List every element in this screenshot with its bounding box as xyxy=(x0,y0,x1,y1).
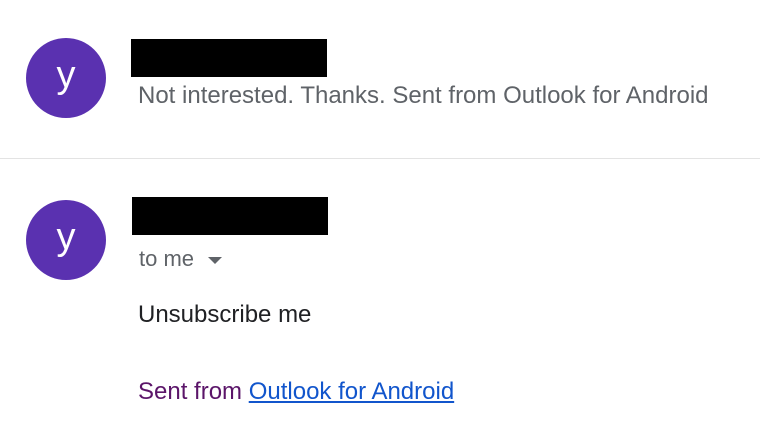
sender-avatar[interactable]: y xyxy=(26,38,106,118)
message-body: Unsubscribe me xyxy=(138,301,312,328)
email-thread: y Not interested. Thanks. Sent from Outl… xyxy=(0,0,760,426)
caret-down-icon[interactable] xyxy=(208,256,223,264)
message-snippet[interactable]: Not interested. Thanks. Sent from Outloo… xyxy=(138,82,709,110)
recipient-details-toggle[interactable]: to me xyxy=(139,246,223,272)
redacted-sender-name xyxy=(131,39,327,77)
recipient-label[interactable]: to me xyxy=(139,246,194,272)
redacted-sender-name xyxy=(132,197,328,235)
message-divider xyxy=(0,158,760,159)
signature-prefix: Sent from xyxy=(138,378,249,405)
outlook-for-android-link[interactable]: Outlook for Android xyxy=(249,378,454,405)
message-signature: Sent from Outlook for Android xyxy=(138,378,454,406)
sender-avatar[interactable]: y xyxy=(26,200,106,280)
